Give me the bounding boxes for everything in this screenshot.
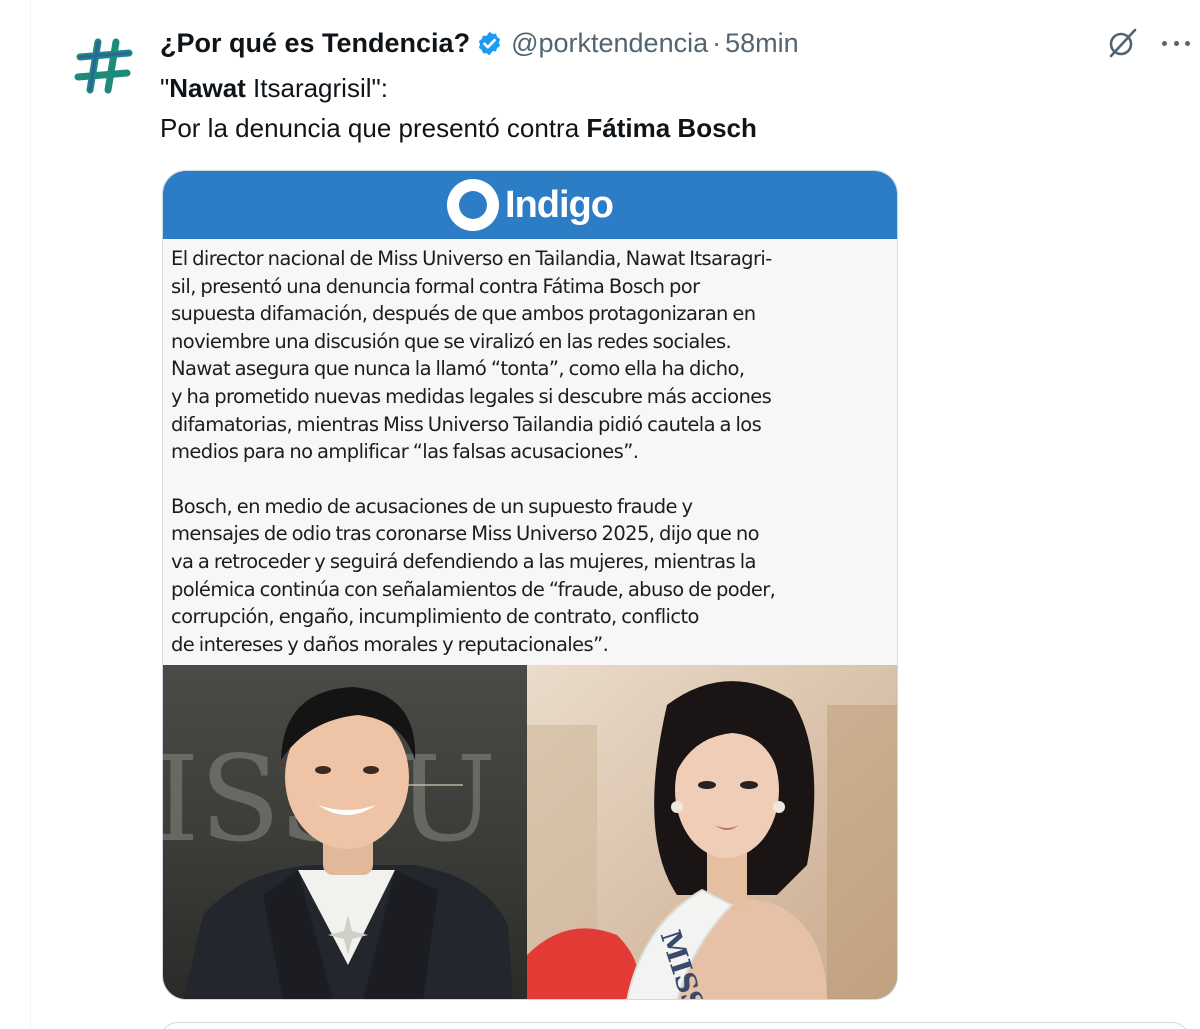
text-line1-rest: Itsaragrisil":: [245, 73, 388, 103]
tweet-text-line-1: "Nawat Itsaragrisil":: [160, 68, 757, 108]
photo-nawat-illustration: ISS U: [163, 687, 513, 999]
grok-icon[interactable]: [1106, 26, 1140, 60]
user-handle[interactable]: @porktendencia: [511, 28, 708, 59]
avatar[interactable]: [74, 36, 134, 96]
article-line: polémica continúa con señalamientos de “…: [171, 577, 776, 601]
timeline-divider: [30, 0, 31, 1029]
article-line: El director nacional de Miss Universo en…: [171, 247, 772, 270]
bold-name-nawat: Nawat: [169, 73, 246, 103]
article-line: supuesta difamación, después de que ambo…: [171, 302, 756, 326]
indigo-logo-icon: [447, 179, 500, 231]
article-line: noviembre una discusión que se viralizó …: [171, 329, 732, 353]
article-line: va a retroceder y seguirá defendiendo a …: [171, 549, 756, 573]
tweet-text-line-2: Por la denuncia que presentó contra Fáti…: [160, 108, 757, 148]
article-line: corrupción, engaño, incumplimiento de co…: [171, 605, 699, 629]
timestamp[interactable]: 58min: [725, 28, 799, 59]
photo-fatima-illustration: MISS: [527, 665, 897, 999]
article-line: Nawat asegura que nunca la llamó “tonta”…: [171, 357, 745, 381]
quote-open: ": [160, 73, 170, 103]
logo-text: Indigo: [505, 183, 614, 226]
article-paragraph-2: Bosch, en medio de acusaciones de un sup…: [171, 493, 889, 659]
tweet-header: ¿Por qué es Tendencia? @porktendencia · …: [160, 26, 799, 60]
verified-badge-icon[interactable]: [476, 30, 503, 57]
article-line: medios para no amplificar “las falsas ac…: [171, 440, 639, 464]
article-line: y ha prometido nuevas medidas legales si…: [171, 384, 772, 408]
text-line2-regular: Por la denuncia que presentó contra: [160, 113, 587, 143]
media-card[interactable]: Indigo El director nacional de Miss Univ…: [162, 170, 898, 1000]
article-paragraph-1: El director nacional de Miss Universo en…: [171, 245, 889, 466]
card-photos: ISS U MISS: [163, 665, 897, 999]
indigo-logo: Indigo: [447, 179, 614, 231]
hashtag-icon: [74, 38, 133, 94]
next-card-edge: [160, 1022, 1190, 1029]
tweet-actions-top: [1106, 26, 1190, 60]
tweet-text: "Nawat Itsaragrisil": Por la denuncia qu…: [160, 68, 757, 148]
article-line: de intereses y daños morales y reputacio…: [171, 632, 609, 656]
separator-dot: ·: [712, 27, 722, 58]
display-name[interactable]: ¿Por qué es Tendencia?: [160, 28, 470, 59]
tweet[interactable]: ¿Por qué es Tendencia? @porktendencia · …: [60, 18, 1190, 1029]
more-horizontal-icon[interactable]: [1162, 26, 1190, 60]
photo-nawat: ISS U: [163, 665, 527, 999]
article-line: sil, presentó una denuncia formal contra…: [171, 274, 700, 298]
card-article-text: El director nacional de Miss Universo en…: [163, 239, 897, 665]
bold-name-fatima: Fátima Bosch: [586, 113, 757, 143]
article-line: Bosch, en medio de acusaciones de un sup…: [171, 494, 693, 518]
article-line: mensajes de odio tras coronarse Miss Uni…: [171, 522, 760, 546]
photo-fatima: MISS: [527, 665, 897, 999]
article-line: difamatorias, mientras Miss Universo Tai…: [171, 412, 762, 436]
card-banner: Indigo: [163, 171, 897, 239]
